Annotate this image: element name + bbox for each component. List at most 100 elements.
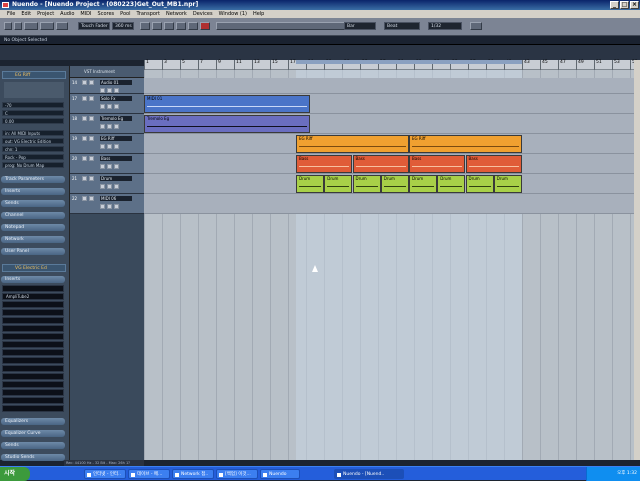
menu-item-transport[interactable]: Transport xyxy=(133,10,162,18)
maximize-button[interactable]: □ xyxy=(620,1,629,9)
close-button[interactable]: × xyxy=(630,1,639,9)
read-automation-button[interactable] xyxy=(100,204,105,209)
menu-item-devices[interactable]: Devices xyxy=(190,10,216,18)
record-button[interactable] xyxy=(200,22,210,30)
menu-item-edit[interactable]: Edit xyxy=(18,10,34,18)
insert-slot-9[interactable] xyxy=(2,349,64,356)
insert-slot-11[interactable] xyxy=(2,365,64,372)
edit-button[interactable] xyxy=(114,144,119,149)
section-channel[interactable]: Channel xyxy=(1,212,65,219)
menu-item-scores[interactable]: Scores xyxy=(95,10,118,18)
rewind-button[interactable] xyxy=(140,22,150,30)
task-item-3[interactable]: Network 접.. xyxy=(172,469,214,479)
solo-button[interactable] xyxy=(89,96,94,101)
menu-item-help[interactable]: Help xyxy=(250,10,267,18)
track-name[interactable]: Audio 01 xyxy=(100,80,132,85)
insert-slot-3[interactable] xyxy=(2,301,64,308)
mute-button[interactable] xyxy=(82,96,87,101)
event-part[interactable]: Drum xyxy=(409,175,437,193)
section-network[interactable]: Network xyxy=(1,236,65,243)
insert-slot-16[interactable] xyxy=(2,405,64,412)
automation-mode-select[interactable]: Touch Fader xyxy=(78,22,110,30)
task-item-6[interactable]: Nuendo - [Nuend.. xyxy=(334,469,404,479)
menu-item-project[interactable]: Project xyxy=(34,10,57,18)
task-item-2[interactable]: 데이브 - 메... xyxy=(128,469,170,479)
inspector-track-name[interactable]: EG Riff xyxy=(2,71,66,79)
track-header-2[interactable]: 18 Tremolo Eg xyxy=(70,114,144,134)
menu-item-pool[interactable]: Pool xyxy=(117,10,133,18)
write-automation-button[interactable] xyxy=(107,204,112,209)
edit-button[interactable] xyxy=(114,104,119,109)
insert-slot-10[interactable] xyxy=(2,357,64,364)
quantize-select[interactable]: 1/32 xyxy=(428,22,462,30)
mute-button[interactable] xyxy=(82,116,87,121)
insert-slot-4[interactable] xyxy=(2,309,64,316)
solo-button[interactable] xyxy=(89,116,94,121)
track-controls[interactable] xyxy=(4,82,64,98)
event-part[interactable]: Bass xyxy=(296,155,352,173)
preroll-field[interactable]: 360 ms xyxy=(112,22,134,30)
read-automation-button[interactable] xyxy=(100,164,105,169)
insert-slot-7[interactable] xyxy=(2,333,64,340)
mute-button[interactable] xyxy=(82,196,87,201)
forward-button[interactable] xyxy=(152,22,162,30)
event-part[interactable]: Bass xyxy=(465,155,522,173)
event-part[interactable]: Drum xyxy=(324,175,353,193)
edit-button[interactable] xyxy=(114,124,119,129)
menu-item-file[interactable]: File xyxy=(4,10,18,18)
section-equalizer-curve[interactable]: Equalizer Curve xyxy=(1,430,65,437)
track-name[interactable]: MIDI 06 xyxy=(100,196,132,201)
minimize-button[interactable]: _ xyxy=(610,1,619,9)
menu-item-audio[interactable]: Audio xyxy=(57,10,77,18)
mute-button[interactable] xyxy=(82,80,87,85)
event-part[interactable]: EG Riff xyxy=(296,135,409,153)
insert-slot-1[interactable] xyxy=(2,285,64,292)
task-item-4[interactable]: [백업] 이것... xyxy=(216,469,258,479)
read-automation-button[interactable] xyxy=(100,184,105,189)
insert-slot-8[interactable] xyxy=(2,341,64,348)
track-header-5[interactable]: 21 Drum xyxy=(70,174,144,194)
insert-slot-6[interactable] xyxy=(2,325,64,332)
edit-button[interactable] xyxy=(114,88,119,93)
write-automation-button[interactable] xyxy=(107,184,112,189)
section-inserts[interactable]: Inserts xyxy=(1,188,65,195)
track-name[interactable]: Tremolo Eg xyxy=(100,116,132,121)
tool-buttons[interactable] xyxy=(216,22,356,30)
write-automation-button[interactable] xyxy=(107,124,112,129)
event-part[interactable]: Bass xyxy=(352,155,409,173)
edit-button[interactable] xyxy=(114,164,119,169)
track-header-0[interactable]: 14 Audio 01 xyxy=(70,78,144,94)
track-header-1[interactable]: 17 Solo Fx xyxy=(70,94,144,114)
mute-button[interactable] xyxy=(82,136,87,141)
section-user-panel[interactable]: User Panel xyxy=(1,248,65,255)
event-part[interactable]: MIDI 01 xyxy=(144,95,310,113)
track-header-6[interactable]: 22 MIDI 06 xyxy=(70,194,144,214)
read-automation-button[interactable] xyxy=(100,144,105,149)
write-automation-button[interactable] xyxy=(107,164,112,169)
edit-button[interactable] xyxy=(114,184,119,189)
section-track-parameters[interactable]: Track Parameters xyxy=(1,176,65,183)
program-select[interactable]: prog: No Drum Map xyxy=(2,162,64,168)
event-part[interactable]: EG Riff xyxy=(409,135,522,153)
bank-select[interactable]: Rock - Pop xyxy=(2,154,64,160)
read-automation-button[interactable] xyxy=(100,124,105,129)
event-part[interactable]: Drum xyxy=(352,175,381,193)
section-sends[interactable]: Sends xyxy=(1,200,65,207)
start-button[interactable]: 시작 xyxy=(0,467,30,481)
color-button[interactable] xyxy=(470,22,482,30)
insert-slot-14[interactable] xyxy=(2,389,64,396)
midi-input-select[interactable]: in: All MIDI Inputs xyxy=(2,130,64,136)
play-button[interactable] xyxy=(188,22,198,30)
pan-field[interactable]: C xyxy=(2,110,64,116)
delay-field[interactable]: 0.00 xyxy=(2,118,64,124)
read-automation-button[interactable] xyxy=(100,88,105,93)
event-part[interactable]: Drum xyxy=(493,175,522,193)
midi-output-select[interactable]: out: VG Electric Edition xyxy=(2,138,64,144)
insert-slot-15[interactable] xyxy=(2,397,64,404)
insert-slot-2[interactable]: AmpliTube2 xyxy=(2,293,64,300)
track-name[interactable]: Bass xyxy=(100,156,132,161)
solo-button[interactable] xyxy=(89,80,94,85)
section-studio-sends[interactable]: Studio Sends xyxy=(1,454,65,461)
mute-button[interactable] xyxy=(82,176,87,181)
grid-type-select[interactable]: Beat xyxy=(384,22,420,30)
